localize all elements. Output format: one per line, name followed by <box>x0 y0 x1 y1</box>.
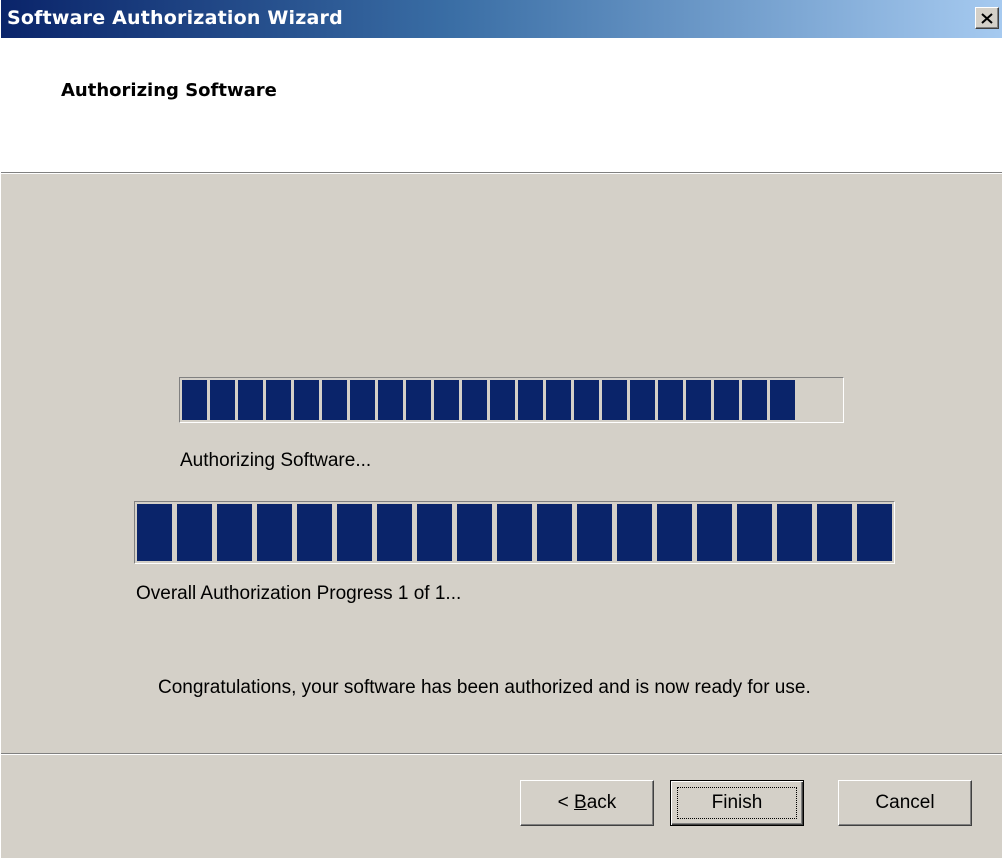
progress-block <box>417 504 452 561</box>
progress-block <box>617 504 652 561</box>
overall-progress-label: Overall Authorization Progress 1 of 1... <box>136 583 462 604</box>
progress-block <box>238 380 263 420</box>
progress-block <box>322 380 347 420</box>
progress-block <box>266 380 291 420</box>
current-progress-bar <box>179 377 844 423</box>
window-title: Software Authorization Wizard <box>7 7 343 29</box>
progress-block <box>630 380 655 420</box>
progress-block <box>742 380 767 420</box>
progress-block <box>714 380 739 420</box>
progress-block <box>457 504 492 561</box>
progress-block <box>177 504 212 561</box>
cancel-button-label: Cancel <box>875 792 935 813</box>
progress-block <box>546 380 571 420</box>
completion-message: Congratulations, your software has been … <box>158 677 811 698</box>
back-button[interactable]: < Back <box>520 780 654 826</box>
progress-block <box>518 380 543 420</box>
overall-progress-bar <box>134 501 895 564</box>
close-icon <box>981 12 993 24</box>
focus-rectangle <box>677 787 797 819</box>
progress-block <box>537 504 572 561</box>
progress-block <box>697 504 732 561</box>
wizard-window: Software Authorization Wizard Authorizin… <box>0 0 1002 858</box>
progress-block <box>337 504 372 561</box>
progress-block <box>857 504 892 561</box>
wizard-header: Authorizing Software <box>1 38 1002 173</box>
progress-block <box>490 380 515 420</box>
progress-block <box>297 504 332 561</box>
progress-block <box>574 380 599 420</box>
back-button-prefix: < <box>557 792 575 813</box>
progress-block <box>137 504 172 561</box>
progress-block <box>462 380 487 420</box>
progress-block <box>577 504 612 561</box>
progress-block <box>217 504 252 561</box>
progress-block <box>497 504 532 561</box>
progress-block <box>257 504 292 561</box>
progress-block <box>350 380 375 420</box>
progress-block <box>817 504 852 561</box>
title-bar[interactable]: Software Authorization Wizard <box>1 0 1002 38</box>
progress-block <box>182 380 207 420</box>
progress-block <box>434 380 459 420</box>
header-divider <box>1 173 1002 174</box>
progress-block <box>770 380 795 420</box>
progress-track <box>137 504 892 561</box>
progress-track <box>182 380 841 420</box>
back-button-rest: ack <box>586 792 617 813</box>
page-title: Authorizing Software <box>61 80 277 101</box>
back-button-mnemonic: B <box>574 792 587 813</box>
finish-button[interactable]: Finish <box>670 780 804 826</box>
progress-block <box>657 504 692 561</box>
progress-block <box>378 380 403 420</box>
progress-block <box>406 380 431 420</box>
progress-block <box>686 380 711 420</box>
cancel-button[interactable]: Cancel <box>838 780 972 826</box>
progress-block <box>210 380 235 420</box>
progress-block <box>777 504 812 561</box>
progress-block <box>602 380 627 420</box>
progress-block <box>658 380 683 420</box>
progress-block <box>737 504 772 561</box>
current-progress-label: Authorizing Software... <box>180 450 372 471</box>
progress-block <box>294 380 319 420</box>
progress-block <box>377 504 412 561</box>
footer-divider-highlight <box>1 754 1002 755</box>
close-button[interactable] <box>975 7 999 29</box>
